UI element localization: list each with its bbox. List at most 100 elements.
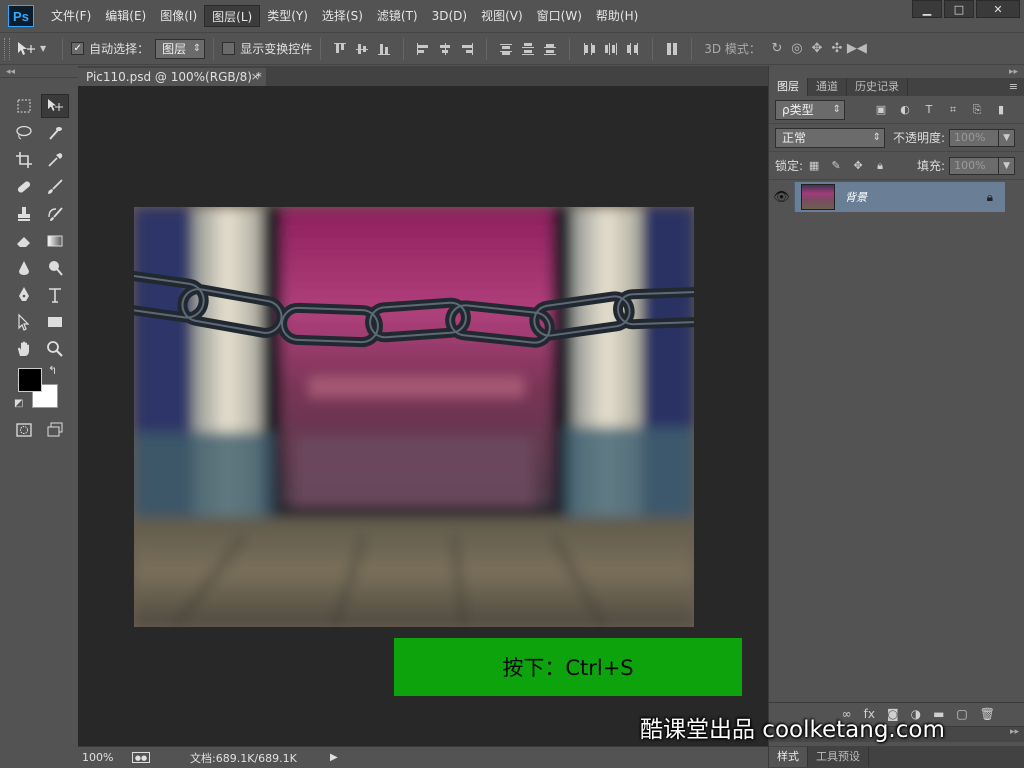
lock-all-icon[interactable]: 🔒︎ bbox=[873, 159, 887, 173]
3d-slide-icon[interactable]: ✣ bbox=[829, 41, 845, 57]
fill-dropdown-icon[interactable]: ▼ bbox=[999, 156, 1016, 175]
blur-tool[interactable] bbox=[10, 256, 38, 280]
tab-history[interactable]: 历史记录 bbox=[847, 78, 908, 96]
rectangle-tool[interactable] bbox=[41, 310, 69, 334]
path-selection-tool[interactable] bbox=[10, 310, 38, 334]
filter-toggle-icon[interactable]: ▮ bbox=[994, 103, 1008, 116]
minimize-button[interactable]: ▁ bbox=[912, 0, 942, 18]
new-layer-icon[interactable]: ▢ bbox=[956, 707, 967, 721]
close-tab-icon[interactable]: × bbox=[251, 68, 260, 86]
lock-icon: 🔒︎ bbox=[986, 189, 993, 204]
type-filter-icon[interactable]: T bbox=[922, 103, 936, 116]
opacity-dropdown-icon[interactable]: ▼ bbox=[999, 128, 1016, 147]
move-tool[interactable] bbox=[41, 94, 69, 118]
lock-position-icon[interactable]: ✥ bbox=[851, 159, 865, 173]
status-menu-arrow-icon[interactable]: ▶ bbox=[330, 752, 338, 763]
eye-icon[interactable]: 👁︎ bbox=[769, 182, 795, 212]
menu-window[interactable]: 窗口(W) bbox=[530, 5, 589, 27]
align-hcenter-icon[interactable] bbox=[438, 42, 452, 56]
options-grip[interactable] bbox=[4, 37, 10, 60]
tool-preset-picker[interactable]: ▼ bbox=[16, 41, 46, 57]
quick-mask-button[interactable] bbox=[10, 418, 38, 442]
distribute-hcenter-icon[interactable] bbox=[604, 42, 618, 56]
dodge-tool[interactable] bbox=[41, 256, 69, 280]
align-vcenter-icon[interactable] bbox=[355, 42, 369, 56]
opacity-input[interactable]: 100% bbox=[949, 128, 1000, 147]
eyedropper-tool[interactable] bbox=[41, 148, 69, 172]
smart-object-filter-icon[interactable]: ⎘ bbox=[970, 103, 984, 116]
align-right-icon[interactable] bbox=[460, 42, 474, 56]
tab-channels[interactable]: 通道 bbox=[808, 78, 847, 96]
auto-select-checkbox[interactable]: ✓ bbox=[71, 42, 85, 55]
swap-colors-icon[interactable]: ↰ bbox=[48, 364, 57, 377]
marquee-tool[interactable] bbox=[10, 94, 38, 118]
quick-selection-tool[interactable] bbox=[41, 121, 69, 145]
pen-tool[interactable] bbox=[10, 283, 38, 307]
document-image[interactable] bbox=[134, 207, 694, 627]
default-colors-icon[interactable]: ◩ bbox=[14, 398, 23, 409]
lock-transparency-icon[interactable]: ▦ bbox=[807, 159, 821, 173]
hand-tool[interactable] bbox=[10, 337, 38, 361]
distribute-top-icon[interactable] bbox=[499, 42, 513, 56]
document-tab[interactable]: Pic110.psd @ 100%(RGB/8) * × bbox=[78, 68, 266, 86]
panel-menu-icon[interactable]: ≡ bbox=[1009, 80, 1018, 93]
menu-filter[interactable]: 滤镜(T) bbox=[370, 5, 425, 27]
distribute-bottom-icon[interactable] bbox=[543, 42, 557, 56]
eraser-tool[interactable] bbox=[10, 229, 38, 253]
menu-edit[interactable]: 编辑(E) bbox=[98, 5, 153, 27]
move-tool-icon bbox=[18, 41, 35, 55]
status-info-icon[interactable]: ●● bbox=[132, 752, 150, 763]
adjustment-filter-icon[interactable]: ◐ bbox=[898, 103, 912, 116]
crop-tool[interactable] bbox=[10, 148, 38, 172]
align-bottom-icon[interactable] bbox=[377, 42, 391, 56]
foreground-color-swatch[interactable] bbox=[18, 368, 42, 392]
show-transform-checkbox[interactable] bbox=[222, 42, 236, 55]
blend-mode-select[interactable]: 正常 bbox=[775, 127, 885, 148]
gradient-tool[interactable] bbox=[41, 229, 69, 253]
menu-image[interactable]: 图像(I) bbox=[153, 5, 204, 27]
shape-filter-icon[interactable]: ⌗ bbox=[946, 103, 960, 116]
layer-row-background[interactable]: 👁︎ 背景 🔒︎ bbox=[769, 182, 1005, 212]
distribute-right-icon[interactable] bbox=[626, 42, 640, 56]
screen-mode-button[interactable] bbox=[41, 418, 69, 442]
distribute-vcenter-icon[interactable] bbox=[521, 42, 535, 56]
auto-select-target-select[interactable]: 图层 bbox=[155, 38, 206, 59]
menu-type[interactable]: 类型(Y) bbox=[260, 5, 315, 27]
layer-filter-kind-select[interactable]: ρ类型 bbox=[775, 99, 845, 120]
menu-layer[interactable]: 图层(L) bbox=[204, 5, 261, 27]
3d-roll-icon[interactable]: ◎ bbox=[789, 41, 805, 57]
dock-collapse-icon[interactable]: ▸▸ bbox=[769, 66, 1024, 78]
menu-help[interactable]: 帮助(H) bbox=[589, 5, 645, 27]
menu-file[interactable]: 文件(F) bbox=[44, 5, 98, 27]
fill-input[interactable]: 100% bbox=[949, 156, 1000, 175]
maximize-button[interactable]: □ bbox=[944, 0, 974, 18]
lock-pixels-icon[interactable]: ✎ bbox=[829, 159, 843, 173]
3d-pan-icon[interactable]: ✥ bbox=[809, 41, 825, 57]
align-left-icon[interactable] bbox=[416, 42, 430, 56]
lasso-tool[interactable] bbox=[10, 121, 38, 145]
history-brush-tool[interactable] bbox=[41, 202, 69, 226]
healing-brush-tool[interactable] bbox=[10, 175, 38, 199]
trash-icon[interactable]: 🗑︎ bbox=[980, 707, 995, 721]
3d-scale-icon[interactable]: ▶◀ bbox=[847, 41, 867, 57]
canvas-area[interactable]: 按下：Ctrl+S bbox=[78, 86, 768, 746]
tab-styles[interactable]: 样式 bbox=[769, 747, 808, 767]
auto-align-icon[interactable] bbox=[665, 42, 679, 56]
menu-view[interactable]: 视图(V) bbox=[474, 5, 530, 27]
3d-rotate-icon[interactable]: ↻ bbox=[769, 41, 785, 57]
pixel-filter-icon[interactable]: ▣ bbox=[874, 103, 888, 116]
zoom-tool[interactable] bbox=[41, 337, 69, 361]
distribute-left-icon[interactable] bbox=[582, 42, 596, 56]
type-tool[interactable] bbox=[41, 283, 69, 307]
toolbar-collapse-icon[interactable]: ◂◂ bbox=[0, 66, 78, 78]
menu-select[interactable]: 选择(S) bbox=[315, 5, 370, 27]
tab-tool-presets[interactable]: 工具预设 bbox=[808, 747, 869, 767]
lock-label: 锁定: bbox=[775, 159, 804, 173]
zoom-level[interactable]: 100% bbox=[82, 751, 126, 764]
clone-stamp-tool[interactable] bbox=[10, 202, 38, 226]
close-button[interactable]: ✕ bbox=[976, 0, 1020, 18]
align-top-icon[interactable] bbox=[333, 42, 347, 56]
menu-3d[interactable]: 3D(D) bbox=[425, 5, 474, 27]
tab-layers[interactable]: 图层 bbox=[769, 78, 808, 96]
brush-tool[interactable] bbox=[41, 175, 69, 199]
